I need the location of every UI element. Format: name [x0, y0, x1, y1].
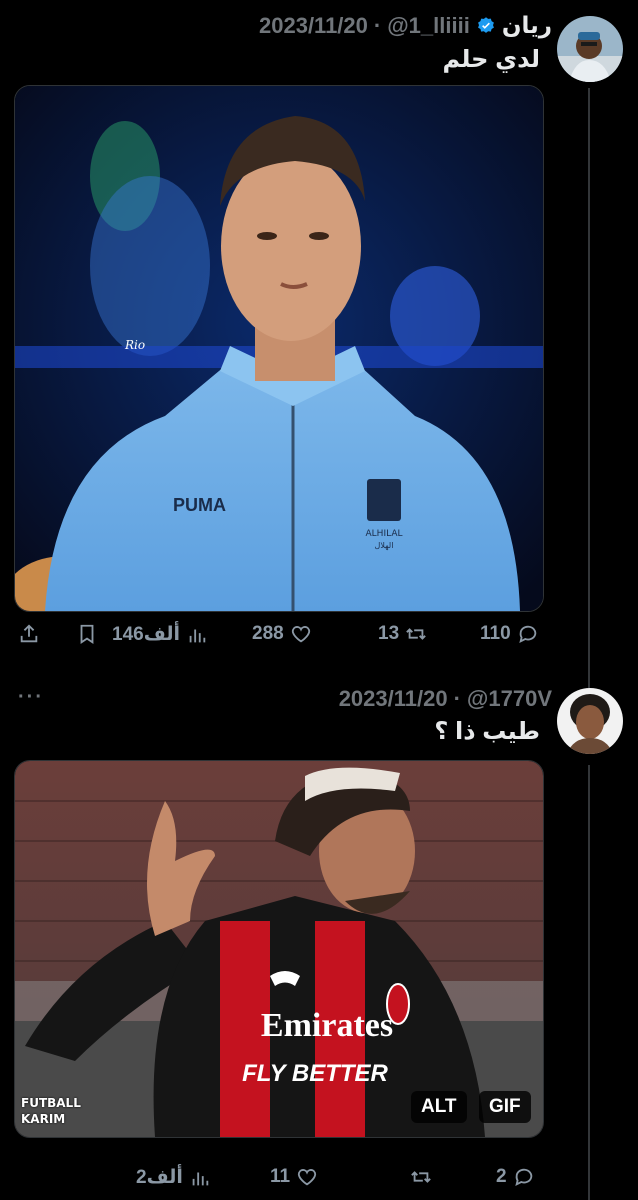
tweet-1[interactable]: ريان @1_lliiii · 2023/11/20 لدي حلم ··· — [0, 0, 638, 680]
share-icon — [20, 624, 38, 643]
retweet-icon — [406, 628, 426, 640]
tweet-photo[interactable]: ALHILAL الهلال PUMA Rio — [14, 85, 544, 612]
retweet-icon — [411, 1171, 431, 1183]
reply-icon — [514, 1168, 532, 1187]
separator: · — [373, 12, 382, 38]
heart-icon — [291, 626, 310, 643]
tweet-date[interactable]: 2023/11/20 — [339, 686, 448, 712]
reply-button[interactable]: 110 — [480, 623, 539, 645]
tweet-actions: 2 11 2ألف — [0, 1166, 560, 1196]
player-photo: ALHILAL الهلال PUMA Rio — [15, 86, 543, 611]
retweet-button[interactable] — [404, 1166, 432, 1188]
svg-text:الهلال: الهلال — [375, 541, 394, 550]
more-options-icon[interactable]: ··· — [18, 686, 44, 709]
heart-icon — [297, 1169, 317, 1186]
reply-button[interactable]: 2 — [496, 1166, 535, 1188]
gif-badge[interactable]: GIF — [479, 1091, 531, 1123]
handle[interactable]: @1770V — [467, 686, 552, 712]
tweet-header: @1770V · 2023/11/20 — [339, 686, 552, 712]
like-button[interactable]: 11 — [270, 1166, 318, 1188]
tweet-date[interactable]: 2023/11/20 — [259, 13, 368, 39]
reply-icon — [518, 625, 536, 644]
bookmark-icon — [80, 624, 94, 644]
video-watermark: FUTBALL KARIM — [21, 1096, 81, 1126]
share-button[interactable] — [18, 623, 40, 645]
views-button[interactable]: 146ألف — [112, 623, 208, 646]
avatar[interactable] — [557, 688, 623, 754]
tweet-2[interactable]: ··· @1770V · 2023/11/20 طيب ذا ؟ Emirate… — [0, 680, 638, 1200]
svg-text:ALHILAL: ALHILAL — [366, 529, 403, 539]
separator: · — [453, 686, 461, 711]
tweet-header: ريان @1_lliiii · 2023/11/20 — [259, 12, 552, 39]
shirt-sponsor-slogan: FLY BETTER — [242, 1060, 388, 1087]
handle[interactable]: @1_lliiii — [387, 13, 470, 39]
alt-text-button[interactable]: ALT — [411, 1091, 467, 1123]
retweet-button[interactable]: 13 — [378, 623, 427, 645]
player-gif: Emirates FLY BETTER — [15, 761, 543, 1137]
views-button[interactable]: 2ألف — [136, 1166, 211, 1189]
shirt-sponsor: Emirates — [261, 1007, 393, 1044]
puma-logo: PUMA — [173, 495, 226, 515]
tweet-actions: 110 13 288 146ألف — [0, 623, 560, 653]
photo-signature: Rio — [124, 338, 145, 352]
bookmark-button[interactable] — [76, 623, 98, 645]
tweet-text: لدي حلم — [442, 46, 540, 73]
like-button[interactable]: 288 — [252, 623, 312, 645]
club-crest — [386, 983, 410, 1025]
tweet-text: طيب ذا ؟ — [434, 718, 540, 745]
display-name[interactable]: ريان — [502, 12, 552, 39]
tweet-gif[interactable]: Emirates FLY BETTER FUTBALL KARIM ALT GI… — [14, 760, 544, 1138]
views-chart-icon — [192, 1172, 209, 1185]
verified-badge-icon — [477, 16, 494, 33]
views-chart-icon — [189, 629, 206, 642]
avatar[interactable] — [557, 16, 623, 82]
